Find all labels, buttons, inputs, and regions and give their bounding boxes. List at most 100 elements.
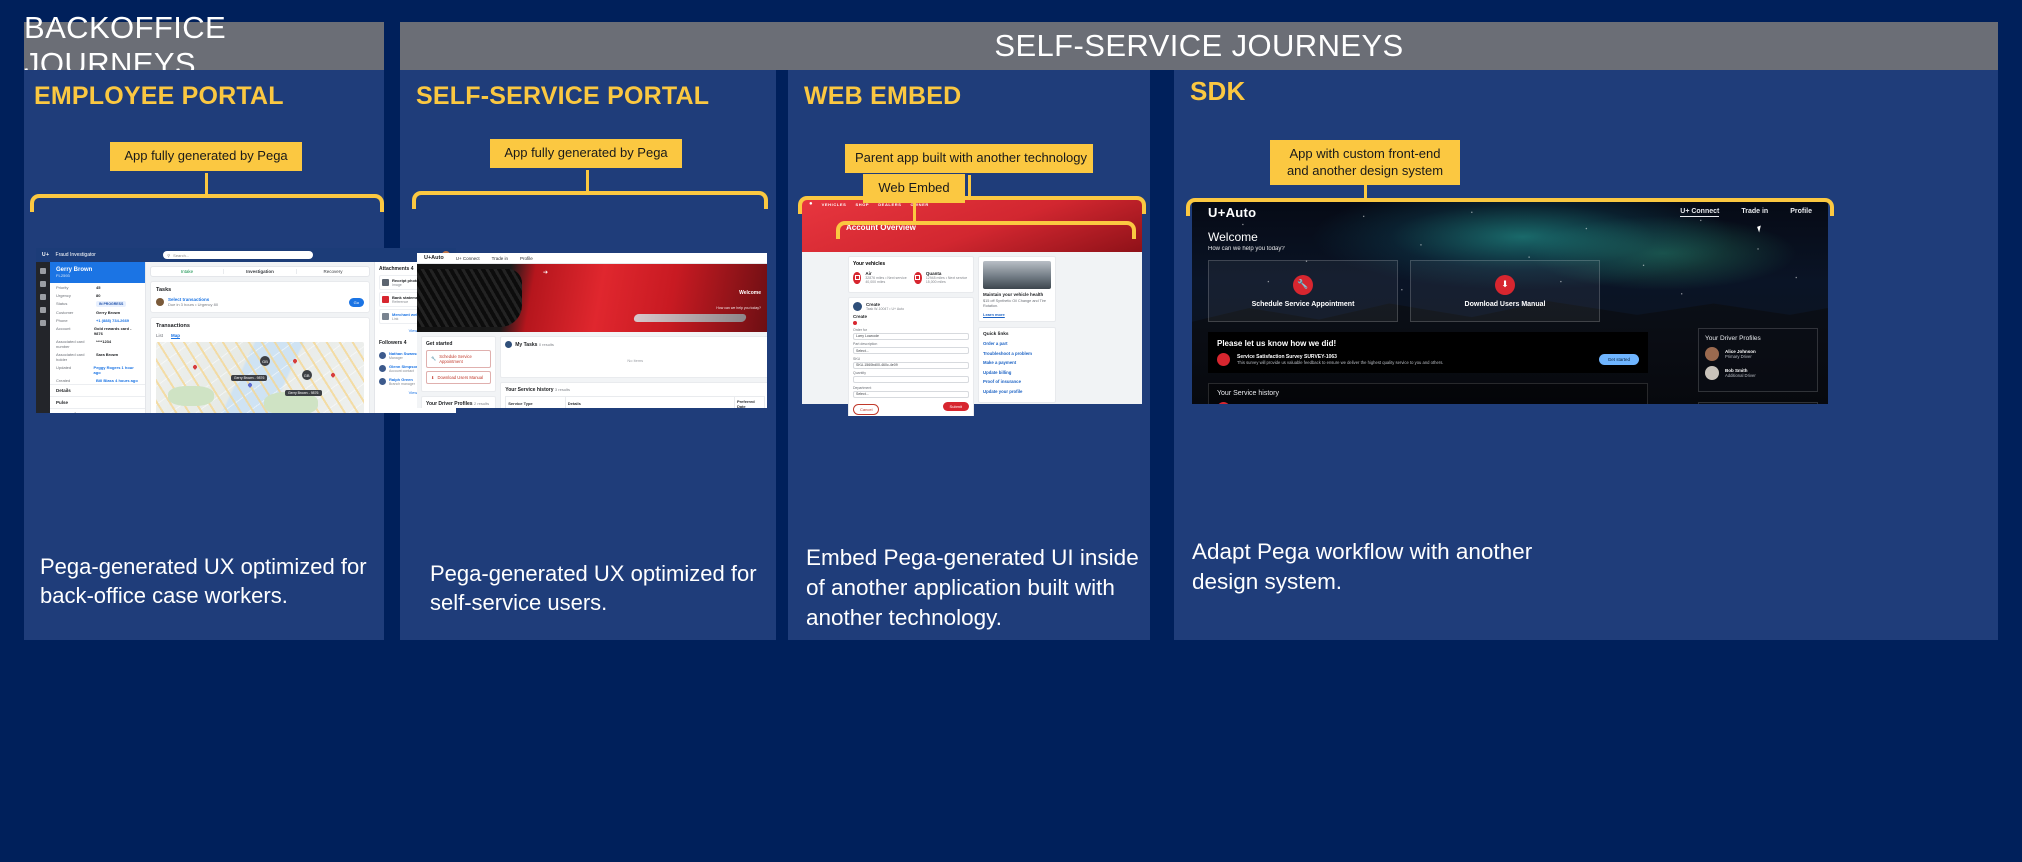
quick-link-make-a-payment[interactable]: Make a payment xyxy=(983,360,1051,365)
screenshot-employee-portal[interactable]: U+ Fraud Investigator ⚲ Search... Gerry … xyxy=(36,248,456,413)
sdk-schedule-service-tile[interactable]: 🔧 Schedule Service Appointment xyxy=(1208,260,1398,322)
field-value[interactable]: Bill Blass 4 hours ago xyxy=(96,378,138,383)
pdf-icon xyxy=(382,296,389,303)
callout-employee-portal: App fully generated by Pega xyxy=(110,142,302,171)
avatar xyxy=(853,302,862,311)
map-pin[interactable] xyxy=(329,372,336,379)
go-button[interactable]: Go xyxy=(348,297,364,307)
sdk-driver-title: Your Driver Profiles xyxy=(1705,335,1761,342)
stage-recovery[interactable]: Recovery xyxy=(297,269,369,274)
promo-body: $15 off Synthetic Oil Change and Tire Ro… xyxy=(983,299,1047,309)
sdk-survey-body: This survey will provide us valuable fee… xyxy=(1237,360,1444,365)
dashboard-icon[interactable] xyxy=(40,294,46,300)
wrench-icon: 🔧 xyxy=(1293,274,1313,295)
submit-button[interactable]: Submit xyxy=(942,401,969,411)
learn-more-link[interactable]: Learn more xyxy=(983,312,1051,317)
table-row: Priority 45 xyxy=(50,283,145,291)
map-pin[interactable] xyxy=(246,381,253,388)
download-manual-button[interactable]: ⬇ Download Users Manual xyxy=(426,371,492,384)
search-icon[interactable] xyxy=(40,320,46,326)
sdk-welcome: Welcome How can we help you today? xyxy=(1208,230,1285,252)
sdk-nav-connect[interactable]: U+ Connect xyxy=(1680,208,1720,217)
sdk-action-tiles: 🔧 Schedule Service Appointment ⬇ Downloa… xyxy=(1208,260,1600,322)
stage-intake[interactable]: Intake xyxy=(151,269,224,274)
plus-icon[interactable] xyxy=(40,268,46,274)
briefcase-icon[interactable] xyxy=(40,281,46,287)
stage-investigation[interactable]: Investigation xyxy=(224,269,297,274)
field-label: Order for xyxy=(853,327,868,332)
ep-nav-details[interactable]: Details xyxy=(50,384,145,396)
table-row: Status IN PROGRESS xyxy=(50,299,145,308)
quick-link-update-billing[interactable]: Update billing xyxy=(983,370,1051,375)
vehicle-icon xyxy=(853,271,862,284)
screenshot-sdk[interactable]: U+Auto U+ Connect Trade in Profile Welco… xyxy=(1192,200,1828,404)
vehicle-meta: 32876 miles • Next service 40,000 miles xyxy=(865,276,907,284)
quick-link-troubleshoot[interactable]: Troubleshoot a problem xyxy=(983,351,1051,356)
ep-map[interactable]: GB GB Gerry Brown - 9876 Gerry Brown - 9… xyxy=(156,342,364,413)
field-label: Department xyxy=(853,385,872,390)
car-headlight xyxy=(633,314,747,323)
label: Download Users Manual xyxy=(437,375,484,380)
schedule-service-button[interactable]: 🔧 Schedule Service Appointment xyxy=(426,350,492,368)
quantity-input[interactable] xyxy=(853,376,969,383)
map-marker[interactable]: GB xyxy=(301,370,312,381)
follower-role: Account contact xyxy=(389,369,414,373)
order-for-input[interactable]: Larry Lowcode xyxy=(853,332,969,340)
apps-icon[interactable] xyxy=(40,307,46,313)
ep-search-placeholder: Search... xyxy=(173,252,190,258)
map-pin[interactable] xyxy=(192,364,199,371)
quick-link-proof-of-insurance[interactable]: Proof of insurance xyxy=(983,379,1051,384)
list-item[interactable]: Alice Johnson Primary Driver xyxy=(1705,347,1811,361)
we-create-form-card: Create Task W-10047 • U+ Auto Create Ord… xyxy=(848,297,974,416)
sdk-nav-tradein[interactable]: Trade in xyxy=(1741,208,1768,217)
quick-link-order-a-part[interactable]: Order a part xyxy=(983,341,1051,346)
ep-case-header: Gerry Brown FI-2593 xyxy=(50,262,145,283)
map-tooltip: Gerry Brown - 9876 xyxy=(284,390,322,397)
survey-icon xyxy=(1217,353,1230,366)
list-item[interactable]: Schedule Service Appointment Oil Change,… xyxy=(1217,402,1639,404)
ep-left-rail[interactable] xyxy=(36,262,50,413)
field-label: Urgency xyxy=(56,292,71,298)
ss-nav-profile[interactable]: Profile xyxy=(520,256,533,261)
cancel-button[interactable]: Cancel xyxy=(853,403,880,415)
sdk-nav-profile[interactable]: Profile xyxy=(1790,208,1812,217)
quick-link-update-profile[interactable]: Update your profile xyxy=(983,389,1051,394)
map-pin[interactable] xyxy=(292,358,299,364)
map-marker[interactable]: GB xyxy=(260,356,270,367)
ss-logo: U+Auto xyxy=(424,255,444,261)
screenshot-web-embed[interactable]: ● VEHICLES SHOP DEALERS OWNER Account Ov… xyxy=(802,198,1142,416)
sku-input[interactable]: SKU-1560bd00-460c-4e09 xyxy=(853,361,969,369)
leader-line-2 xyxy=(586,170,589,194)
ep-search-input[interactable]: ⚲ Search... xyxy=(163,251,314,259)
table-header-row: Service Type Details Preferred Date xyxy=(505,396,766,408)
ep-nav-transactions[interactable]: Transactions xyxy=(50,408,145,413)
department-select[interactable]: Select... xyxy=(853,390,969,398)
tab-list[interactable]: List xyxy=(156,333,163,339)
ss-nav-tradein[interactable]: Trade in xyxy=(492,256,508,261)
sdk-service-history-card: Your Service history Schedule Service Ap… xyxy=(1208,383,1648,404)
ss-nav-connect[interactable]: U+ Connect xyxy=(456,256,480,261)
screenshot-self-service-portal[interactable]: U+Auto U+ Connect Trade in Profile ➔ Wel… xyxy=(417,253,767,408)
attachment-type: Image xyxy=(392,283,402,287)
ep-transaction-tabs: List Map xyxy=(156,333,364,339)
part-description-select[interactable]: Select... xyxy=(853,347,969,354)
we-nav-vehicles[interactable]: VEHICLES xyxy=(822,202,847,207)
field-value: Sara Brown xyxy=(96,351,119,357)
get-started-button[interactable]: Get started xyxy=(1598,354,1639,365)
list-item[interactable]: Select transactions Due in 3 hours • Urg… xyxy=(156,297,364,307)
sdk-download-manual-tile[interactable]: ⬇ Download Users Manual xyxy=(1410,260,1600,322)
field-value: 45 xyxy=(96,284,101,290)
list-item[interactable]: Bob Smith Additional Driver xyxy=(1705,366,1811,380)
group-header-self-service: SELF-SERVICE JOURNEYS xyxy=(400,22,1998,70)
field-value[interactable]: Peggy Rogers 1 hour ago xyxy=(94,365,139,375)
field-value: ****1234 xyxy=(96,338,112,344)
tab-map[interactable]: Map xyxy=(171,333,181,339)
list-item[interactable]: Air 32876 miles • Next service 40,000 mi… xyxy=(853,271,909,284)
ep-nav-pulse[interactable]: Pulse xyxy=(50,396,145,408)
field-value[interactable]: +1 (888) 734-2669 xyxy=(96,318,129,323)
list-item[interactable]: Quanta 12948 miles • Next service 15,000… xyxy=(913,271,970,284)
ep-logo: U+ xyxy=(42,252,50,258)
ss-my-tasks-title: My Tasks xyxy=(515,341,538,348)
ep-transactions-card: Transactions List Map GB GB Gerry Brown … xyxy=(150,317,370,413)
ep-case-id: FI-2593 xyxy=(56,273,70,278)
